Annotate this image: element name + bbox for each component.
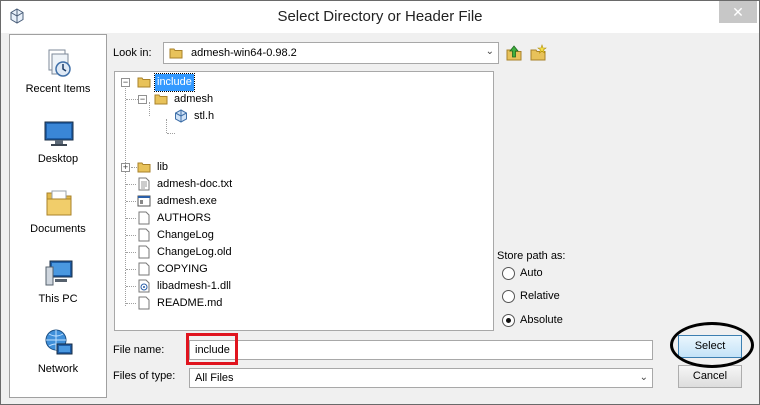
store-path-label: Store path as: bbox=[497, 250, 566, 262]
place-this-pc[interactable]: This PC bbox=[10, 253, 106, 319]
chevron-down-icon: ⌄ bbox=[639, 372, 648, 383]
tree-item-label: admesh.exe bbox=[157, 195, 217, 207]
dialog-body: Recent Items Desktop Documents This PC N… bbox=[8, 33, 754, 399]
file-name-label: File name: bbox=[113, 344, 165, 356]
tree-item-label: include bbox=[154, 73, 195, 92]
expand-toggle[interactable]: + bbox=[121, 163, 130, 172]
files-of-type-value: All Files bbox=[195, 372, 234, 384]
tree-connector bbox=[126, 218, 136, 219]
recent-items-icon bbox=[48, 49, 71, 77]
folder-icon bbox=[137, 162, 151, 173]
tree-item-label: ChangeLog.old bbox=[157, 246, 232, 258]
cancel-button[interactable]: Cancel bbox=[678, 365, 742, 388]
radio-relative[interactable] bbox=[502, 290, 515, 303]
place-label: Documents bbox=[30, 223, 86, 235]
place-label: Network bbox=[37, 363, 79, 375]
exe-file-icon bbox=[137, 195, 151, 207]
place-network[interactable]: Network bbox=[10, 323, 106, 389]
tree-item-label: lib bbox=[157, 161, 169, 173]
file-icon bbox=[138, 211, 150, 225]
file-name-input[interactable]: include bbox=[189, 340, 653, 360]
header-file-icon bbox=[175, 109, 187, 123]
new-folder-icon[interactable] bbox=[529, 44, 547, 62]
tree-connector bbox=[126, 286, 136, 287]
up-one-level-icon[interactable] bbox=[505, 44, 523, 62]
tree-connector bbox=[126, 235, 136, 236]
select-directory-dialog: Select Directory or Header File ✕ Recent… bbox=[0, 0, 760, 405]
file-icon bbox=[138, 296, 150, 310]
place-label: Desktop bbox=[37, 153, 79, 165]
tree-connector bbox=[166, 119, 167, 133]
tree-connector bbox=[167, 133, 175, 134]
look-in-combobox[interactable]: admesh-win64-0.98.2 ⌄ bbox=[163, 42, 499, 64]
files-of-type-select[interactable]: All Files ⌄ bbox=[189, 368, 653, 388]
chevron-down-icon: ⌄ bbox=[485, 46, 494, 57]
look-in-value: admesh-win64-0.98.2 bbox=[191, 47, 297, 59]
place-label: Recent Items bbox=[25, 83, 91, 95]
tree-item-label: COPYING bbox=[157, 263, 208, 275]
look-in-label: Look in: bbox=[113, 47, 152, 59]
desktop-icon bbox=[44, 121, 74, 146]
documents-icon bbox=[46, 190, 72, 216]
this-pc-icon bbox=[45, 260, 73, 286]
radio-absolute[interactable] bbox=[502, 314, 515, 327]
radio-auto-label: Auto bbox=[520, 267, 543, 279]
file-icon bbox=[138, 245, 150, 259]
tree-item-label: README.md bbox=[157, 297, 223, 309]
close-icon: ✕ bbox=[732, 4, 744, 20]
tree-item-label: AUTHORS bbox=[157, 212, 211, 224]
place-recent-items[interactable]: Recent Items bbox=[10, 43, 106, 109]
tree-connector bbox=[126, 201, 136, 202]
tree-connector bbox=[125, 85, 126, 273]
place-documents[interactable]: Documents bbox=[10, 183, 106, 249]
close-button[interactable]: ✕ bbox=[719, 1, 757, 23]
tree-connector bbox=[126, 252, 136, 253]
file-tree[interactable]: − include − admesh stl.h + lib admesh-do… bbox=[114, 71, 494, 331]
collapse-toggle[interactable]: − bbox=[138, 95, 147, 104]
tree-item-label: admesh bbox=[174, 93, 214, 105]
radio-absolute-label: Absolute bbox=[520, 314, 563, 326]
file-icon bbox=[138, 228, 150, 242]
folder-icon bbox=[137, 77, 151, 88]
folder-icon bbox=[169, 48, 183, 59]
tree-connector bbox=[149, 102, 150, 116]
tree-connector bbox=[126, 303, 136, 304]
highlight-box bbox=[186, 333, 238, 365]
radio-relative-label: Relative bbox=[520, 290, 560, 302]
tree-item-label: libadmesh-1.dll bbox=[157, 280, 231, 292]
tree-item-label: admesh-doc.txt bbox=[157, 178, 233, 190]
dll-file-icon bbox=[138, 279, 150, 293]
folder-icon bbox=[154, 94, 168, 105]
tree-item-label: stl.h bbox=[194, 110, 215, 122]
network-icon bbox=[45, 329, 73, 355]
collapse-toggle[interactable]: − bbox=[121, 78, 130, 87]
file-icon bbox=[138, 262, 150, 276]
place-label: This PC bbox=[38, 293, 78, 305]
window-title: Select Directory or Header File bbox=[277, 8, 483, 25]
title-bar[interactable]: Select Directory or Header File ✕ bbox=[1, 1, 759, 33]
text-file-icon bbox=[138, 177, 150, 191]
highlight-ellipse bbox=[670, 322, 754, 368]
radio-auto[interactable] bbox=[502, 267, 515, 280]
tree-connector bbox=[125, 272, 126, 306]
place-desktop[interactable]: Desktop bbox=[10, 113, 106, 179]
tree-item-label: ChangeLog bbox=[157, 229, 214, 241]
places-bar: Recent Items Desktop Documents This PC N… bbox=[9, 34, 107, 398]
files-of-type-label: Files of type: bbox=[113, 370, 176, 382]
tree-connector bbox=[126, 184, 136, 185]
tree-connector bbox=[126, 269, 136, 270]
